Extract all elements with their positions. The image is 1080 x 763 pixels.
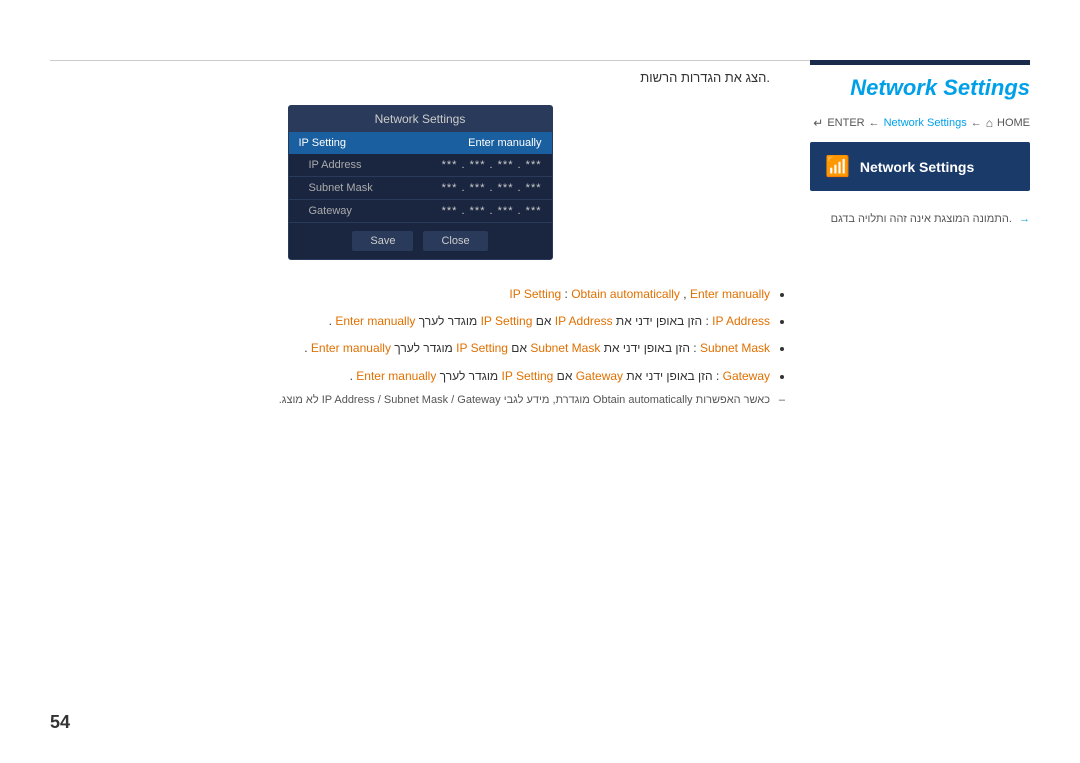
list-item-ipsetting: IP Setting : Obtain automatically , Ente… (50, 285, 770, 304)
right-panel-accent-bar (810, 60, 1030, 65)
subnet-mask-value: *** . *** . *** . *** (442, 182, 542, 194)
note-arrow: → (1019, 213, 1030, 225)
wifi-icon: 📶 (825, 154, 850, 179)
main-content: .הצג את הגדרות הרשות Network Settings IP… (50, 70, 790, 406)
obtain-auto-text: Obtain automatically (571, 287, 680, 301)
enter-manually-ref2: Enter manually (311, 341, 391, 355)
right-panel: Network Settings ↵ ENTER ← Network Setti… (810, 60, 1030, 228)
ipsetting-ref3: IP Setting (502, 369, 554, 383)
ipaddress-text: IP Address : הזן באופן ידני את IP Addres… (329, 314, 770, 328)
list-item-ipaddress: IP Address : הזן באופן ידני את IP Addres… (50, 312, 770, 331)
gateway-label-orange: Gateway (723, 369, 770, 383)
breadcrumb-link[interactable]: Network Settings (884, 117, 967, 129)
ip-address-label: IP Address (309, 159, 362, 171)
subnet-mask-note: Subnet Mask (384, 394, 448, 406)
network-settings-dialog: Network Settings IP Setting Enter manual… (288, 105, 553, 260)
enter-manually-ref3: Enter manually (356, 369, 436, 383)
gateway-text: Gateway : הזן באופן ידני את Gateway אם I… (350, 369, 770, 383)
subnet-mask-label: Subnet Mask (309, 182, 373, 194)
enter-manually-ref1: Enter manually (335, 314, 415, 328)
breadcrumb-home: HOME (997, 117, 1030, 129)
home-icon: ⌂ (986, 116, 993, 130)
instruction-text: .הצג את הגדרות הרשות (50, 70, 770, 85)
obtain-auto-note: Obtain automatically (593, 394, 693, 406)
subnetmask-label-orange: Subnet Mask (700, 341, 770, 355)
subnetmask-value-orange: Subnet Mask (530, 341, 600, 355)
gateway-value-orange: Gateway (576, 369, 623, 383)
right-panel-note: → .התמונה המוצגת אינה זהה ותלויה בדגם (810, 211, 1030, 228)
enter-icon: ↵ (813, 116, 823, 130)
ipaddress-label-orange: IP Address (712, 314, 770, 328)
breadcrumb: ↵ ENTER ← Network Settings ← ⌂ HOME (810, 116, 1030, 130)
ip-address-value: *** . *** . *** . *** (442, 159, 542, 171)
page-number: 54 (50, 712, 70, 733)
note-text: .התמונה המוצגת אינה זהה ותלויה בדגם (831, 213, 1012, 225)
ipsetting-text: IP Setting : Obtain automatically , Ente… (509, 287, 770, 301)
gateway-value: *** . *** . *** . *** (442, 205, 542, 217)
gateway-note: Gateway (457, 394, 500, 406)
ipsetting-ref2: IP Setting (456, 341, 508, 355)
dialog-container: Network Settings IP Setting Enter manual… (50, 105, 790, 260)
dialog-title: Network Settings (289, 106, 552, 132)
save-button[interactable]: Save (352, 231, 413, 251)
list-item-subnetmask: Subnet Mask : הזן באופן ידני את Subnet M… (50, 339, 770, 358)
subnetmask-text: Subnet Mask : הזן באופן ידני את Subnet M… (304, 341, 770, 355)
gateway-label: Gateway (309, 205, 352, 217)
enter-manually-text1: Enter manually (690, 287, 770, 301)
dialog-row-gateway: Gateway *** . *** . *** . *** (289, 200, 552, 223)
breadcrumb-arrow2: ← (971, 117, 982, 129)
dialog-header-label: IP Setting (299, 137, 347, 149)
list-item-gateway: Gateway : הזן באופן ידני את Gateway אם I… (50, 367, 770, 386)
ipaddress-value-orange: IP Address (555, 314, 613, 328)
dialog-row-ip: IP Address *** . *** . *** . *** (289, 154, 552, 177)
dialog-header-row: IP Setting Enter manually (289, 132, 552, 154)
close-button[interactable]: Close (423, 231, 487, 251)
ipsetting-ref1: IP Setting (481, 314, 533, 328)
network-settings-button[interactable]: 📶 Network Settings (810, 142, 1030, 191)
ip-address-note: IP Address (322, 394, 375, 406)
ipsetting-orange: IP Setting (509, 287, 561, 301)
breadcrumb-enter: ENTER (827, 117, 864, 129)
dialog-buttons: Save Close (289, 223, 552, 259)
dialog-header-value: Enter manually (468, 137, 541, 149)
network-settings-btn-label: Network Settings (860, 159, 974, 175)
footer-note: כאשר האפשרות Obtain automatically מוגדרת… (50, 394, 790, 406)
right-panel-title: Network Settings (810, 75, 1030, 101)
bullet-list: IP Setting : Obtain automatically , Ente… (50, 285, 790, 386)
breadcrumb-arrow1: ← (869, 117, 880, 129)
dialog-row-subnet: Subnet Mask *** . *** . *** . *** (289, 177, 552, 200)
